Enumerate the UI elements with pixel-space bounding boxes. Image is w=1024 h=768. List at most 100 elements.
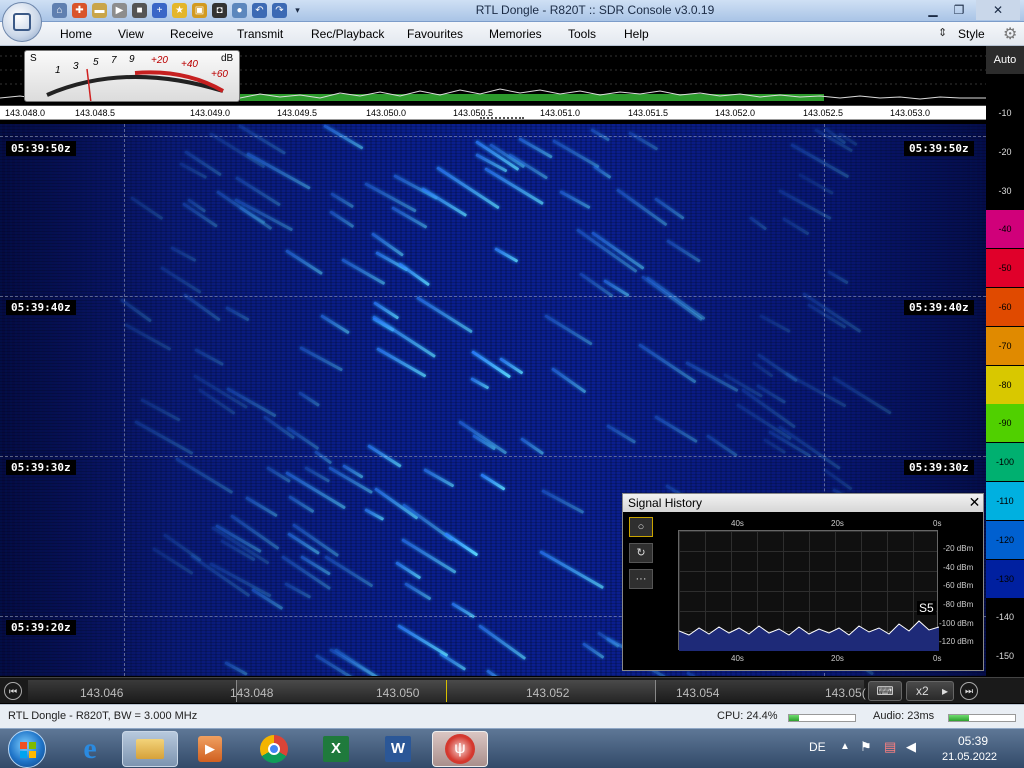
signal-streak (416, 296, 473, 334)
signal-streak (782, 216, 810, 236)
drop-icon[interactable]: ● (232, 3, 247, 18)
taskbar-chrome[interactable] (246, 731, 302, 767)
signal-streak (251, 587, 284, 610)
signal-streak (606, 424, 636, 444)
reset-icon[interactable]: ↻ (629, 543, 653, 563)
signal-streak (748, 216, 767, 231)
taskbar-sdr-console[interactable]: ψ (432, 731, 488, 767)
menu-view[interactable]: View (118, 27, 144, 41)
menu-transmit[interactable]: Transmit (237, 27, 283, 41)
taskbar: e ▶ X W ψ DE ▲ ⚑ ▤ ◀ 05:39 21.05.2022 (0, 728, 1024, 768)
scroll-left-icon[interactable]: ⏮ (4, 682, 22, 700)
sh-y-label: -100 dBm (939, 619, 974, 628)
signal-streak (170, 246, 198, 263)
signal-streak (184, 150, 222, 177)
menu-home[interactable]: Home (60, 27, 92, 41)
signal-history-title: Signal History (623, 494, 983, 512)
excel-icon: X (323, 736, 349, 762)
zoom-label: x2 (916, 684, 929, 698)
signal-streak (686, 671, 711, 676)
level-tick: -30 (986, 171, 1024, 210)
taskbar-excel[interactable]: X (308, 731, 364, 767)
timestamp-left: 05:39:30z (6, 460, 76, 475)
grid-line (0, 296, 986, 297)
style-menu[interactable]: Style (958, 27, 985, 41)
keyboard-icon[interactable]: ⌨ (868, 681, 902, 701)
signal-streak (559, 189, 591, 209)
sh-axis-label: 0s (933, 654, 942, 663)
flag-icon[interactable]: ⚑ (860, 739, 872, 755)
auto-scale-button[interactable]: Auto (986, 46, 1024, 74)
play-icon[interactable]: ▶ (112, 3, 127, 18)
star-icon[interactable]: ★ (172, 3, 187, 18)
clock-time[interactable]: 05:39 (958, 734, 988, 748)
signal-streak (494, 247, 519, 263)
taskbar-explorer[interactable] (122, 731, 178, 767)
level-scale[interactable]: Auto -10 -20 -30 -40 -50 -60 -70 -80 -90 -100 -110… (986, 46, 1024, 678)
more-options-icon[interactable]: ··· (629, 569, 653, 589)
network-icon[interactable]: ▤ (884, 739, 896, 755)
signal-streak (832, 376, 892, 415)
camera-icon[interactable]: ◘ (212, 3, 227, 18)
signal-streak (314, 450, 333, 465)
speaker-icon[interactable]: ◀ (906, 739, 916, 755)
clock-date[interactable]: 21.05.2022 (942, 751, 997, 763)
zoom-button[interactable]: x2 ▸ (906, 681, 954, 701)
menu-memories[interactable]: Memories (489, 27, 542, 41)
signal-history-close-icon[interactable]: ✕ (967, 495, 982, 510)
lock-icon[interactable]: ▣ (192, 3, 207, 18)
s-meter-tick: 3 (73, 61, 79, 72)
signal-history-plot[interactable] (678, 530, 940, 651)
language-indicator[interactable]: DE (809, 740, 826, 754)
record-icon[interactable]: ○ (629, 517, 653, 537)
maximize-button[interactable]: ❐ (944, 0, 974, 20)
signal-streak (628, 131, 659, 152)
lifebuoy-icon[interactable]: ✚ (72, 3, 87, 18)
signal-streak (237, 124, 286, 156)
taskbar-internet-explorer[interactable]: e (62, 731, 118, 767)
home-icon[interactable]: ⌂ (52, 3, 67, 18)
start-button[interactable] (8, 730, 46, 768)
s-meter-tick: 9 (129, 54, 135, 65)
menu-tools[interactable]: Tools (568, 27, 596, 41)
s-meter-tick: +20 (151, 55, 168, 66)
taskbar-word[interactable]: W (370, 731, 426, 767)
signal-streak (551, 366, 587, 393)
grid-line (0, 136, 986, 137)
style-arrows-icon[interactable]: ⇕ (938, 26, 947, 39)
menu-rec-playback[interactable]: Rec/Playback (311, 27, 384, 41)
settings-gear-icon[interactable]: ⚙ (1003, 24, 1017, 44)
tuning-label: 143.05( (825, 686, 866, 700)
menu-favourites[interactable]: Favourites (407, 27, 463, 41)
splitter-handle[interactable] (480, 117, 524, 120)
timestamp-left: 05:39:50z (6, 141, 76, 156)
undo-icon[interactable]: ↶ (252, 3, 267, 18)
scroll-right-icon[interactable]: ⏭ (960, 682, 978, 700)
menu-receive[interactable]: Receive (170, 27, 213, 41)
signal-streak (403, 582, 431, 601)
taskbar-media-player[interactable]: ▶ (182, 731, 238, 767)
signal-streak (802, 291, 862, 333)
app-menu-button[interactable] (2, 2, 42, 42)
status-audio: Audio: 23ms (873, 710, 935, 722)
signal-streak (551, 139, 600, 169)
signal-streak (374, 487, 419, 520)
signal-streak (538, 549, 604, 589)
signal-streak (576, 228, 638, 273)
quick-access-dropdown-icon[interactable]: ▾ (290, 3, 305, 18)
s-meter-s-label: S (30, 53, 37, 64)
menu-help[interactable]: Help (624, 27, 649, 41)
stop-icon[interactable]: ■ (132, 3, 147, 18)
signal-streak (458, 419, 508, 455)
tuning-label: 143.052 (526, 686, 570, 700)
status-bar: RTL Dongle - R820T, BW = 3.000 MHz CPU: … (0, 704, 1024, 728)
level-tick: -150 (986, 637, 1024, 676)
folder-icon[interactable]: ▬ (92, 3, 107, 18)
tuning-scale[interactable]: 143.046 143.048 143.050 143.052 143.054 … (28, 680, 866, 702)
show-hidden-icons-icon[interactable]: ▲ (840, 741, 850, 752)
add-icon[interactable]: + (152, 3, 167, 18)
sh-axis-label: 0s (933, 519, 942, 528)
redo-icon[interactable]: ↷ (272, 3, 287, 18)
close-button[interactable]: ✕ (976, 0, 1020, 20)
tuning-label: 143.048 (230, 686, 274, 700)
